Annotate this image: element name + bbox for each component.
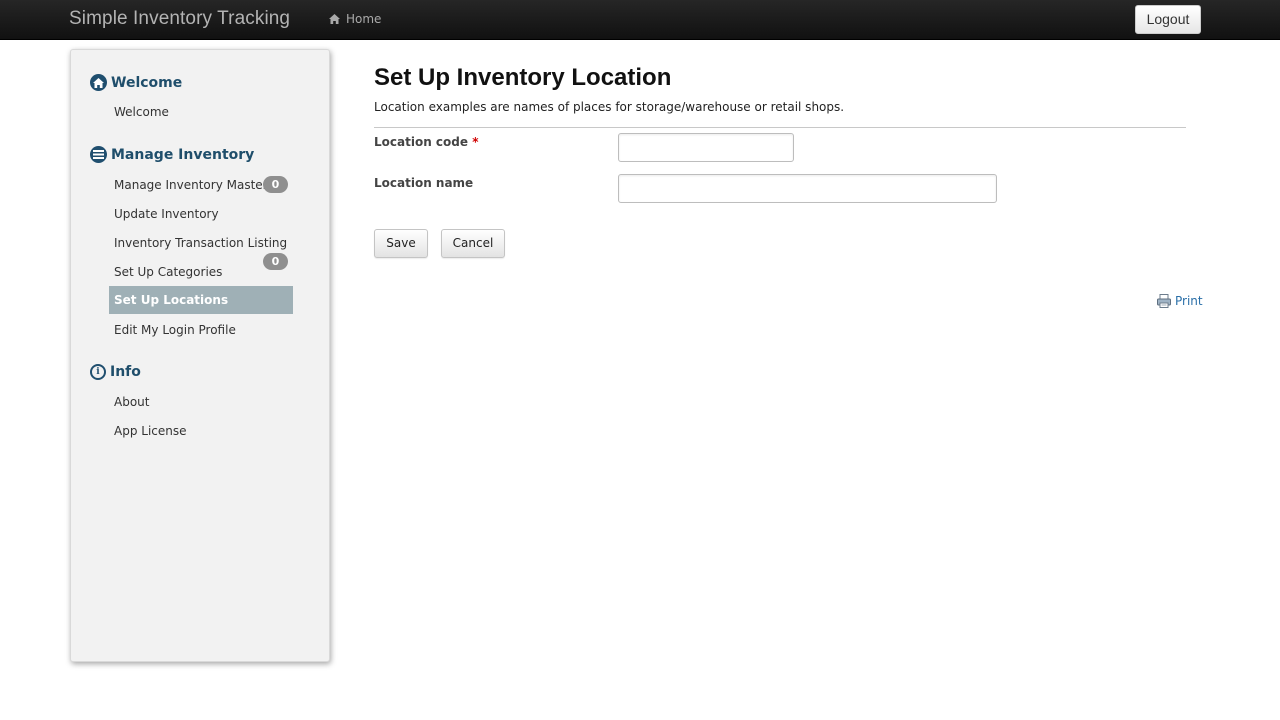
page-description: Location examples are names of places fo… xyxy=(374,100,845,114)
sidebar-item-set-up-categories[interactable]: Set Up Categories xyxy=(109,258,293,286)
page-title: Set Up Inventory Location xyxy=(374,64,672,91)
print-link[interactable]: Print xyxy=(1157,294,1203,308)
location-code-label-text: Location code xyxy=(374,135,469,149)
sidebar-section-title: Info xyxy=(110,364,141,380)
sidebar-item-welcome[interactable]: Welcome xyxy=(109,98,293,126)
list-circle-icon xyxy=(90,146,107,163)
sidebar-section-title: Welcome xyxy=(111,74,183,91)
app-brand[interactable]: Simple Inventory Tracking xyxy=(69,8,290,30)
location-code-label: Location code * xyxy=(374,135,478,149)
home-circle-icon xyxy=(90,74,107,91)
sidebar: Welcome Welcome Manage Inventory Manage … xyxy=(70,49,330,662)
printer-icon xyxy=(1157,294,1171,308)
sidebar-item-set-up-locations[interactable]: Set Up Locations xyxy=(109,286,293,314)
info-circle-icon: i xyxy=(90,364,106,380)
sidebar-section-title: Manage Inventory xyxy=(111,146,255,163)
sidebar-item-edit-my-login-profile[interactable]: Edit My Login Profile xyxy=(109,316,293,344)
location-name-label-text: Location name xyxy=(374,176,474,190)
sidebar-item-update-inventory[interactable]: Update Inventory xyxy=(109,200,293,228)
count-badge: 0 xyxy=(263,176,288,193)
sidebar-section-info: i Info xyxy=(90,364,141,380)
cancel-button[interactable]: Cancel xyxy=(441,229,505,258)
nav-home-link[interactable]: Home xyxy=(329,12,381,26)
sidebar-item-app-license[interactable]: App License xyxy=(109,417,293,445)
location-code-input[interactable] xyxy=(618,133,794,162)
nav-home-label: Home xyxy=(346,12,382,26)
sidebar-section-welcome: Welcome xyxy=(90,74,182,91)
location-name-input[interactable] xyxy=(618,174,997,203)
location-name-label: Location name xyxy=(374,176,473,190)
sidebar-item-about[interactable]: About xyxy=(109,388,293,416)
divider xyxy=(374,127,1186,128)
save-button[interactable]: Save xyxy=(374,229,428,258)
logout-button[interactable]: Logout xyxy=(1135,5,1201,34)
sidebar-section-manage-inventory: Manage Inventory xyxy=(90,146,254,163)
print-label: Print xyxy=(1175,294,1203,308)
home-icon xyxy=(329,14,340,24)
required-marker: * xyxy=(472,135,479,149)
top-navbar: Simple Inventory Tracking Home Logout xyxy=(0,0,1280,40)
sidebar-item-inventory-transaction-listing[interactable]: Inventory Transaction Listing xyxy=(109,229,293,257)
